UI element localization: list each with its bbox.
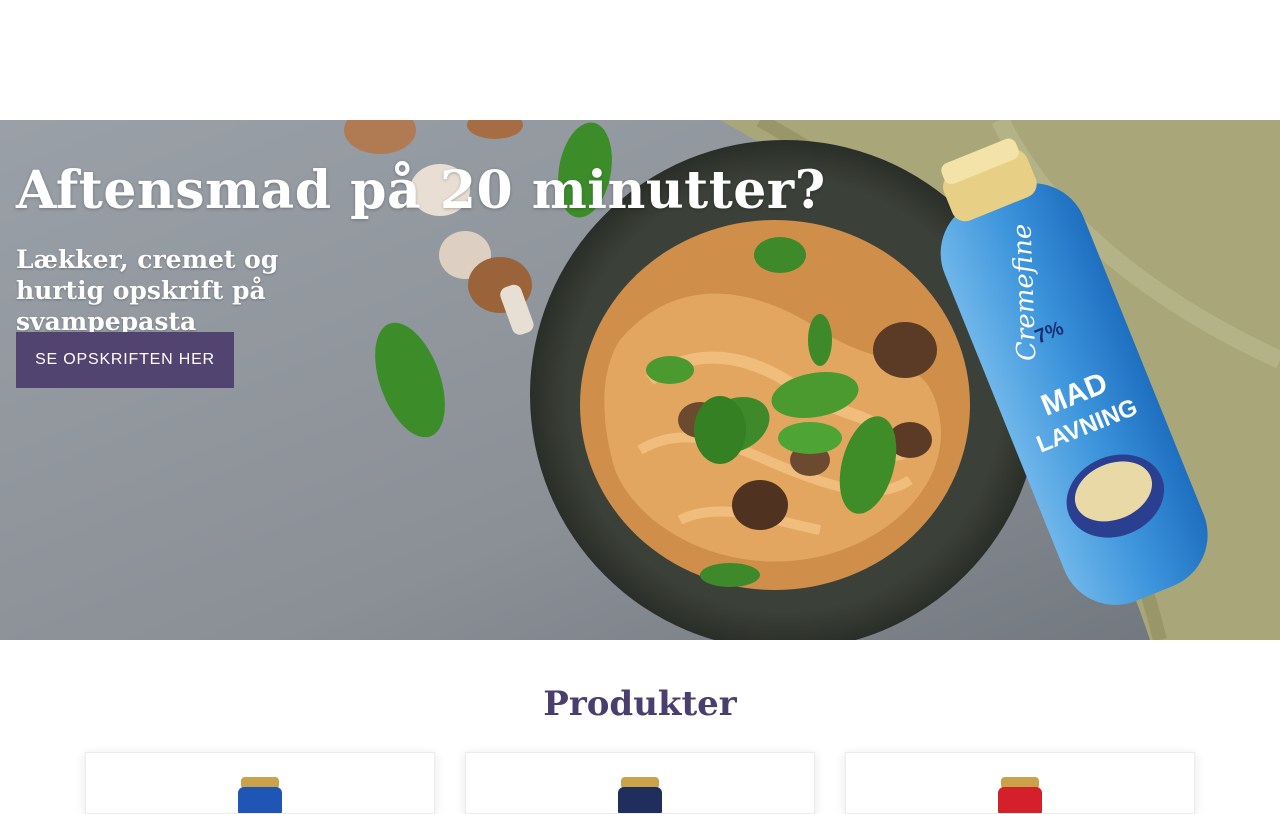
product-bottle-icon [238, 777, 282, 813]
hero-subtitle: Lækker, cremet og hurtig opskrift på sva… [16, 245, 279, 336]
product-bottle-icon [998, 777, 1042, 813]
hero-title: Aftensmad på 20 minutter? [16, 160, 826, 221]
site-header [0, 0, 1280, 120]
product-card[interactable] [845, 752, 1195, 814]
product-card[interactable] [465, 752, 815, 814]
products-heading: Produkter [543, 684, 737, 724]
see-recipe-button[interactable]: SE OPSKRIFTEN HER [16, 332, 234, 388]
product-card[interactable] [85, 752, 435, 814]
product-bottle-icon [618, 777, 662, 813]
hero-banner: Cremefine 7% MAD LAVNING Aftensmad på 20… [0, 120, 1280, 640]
